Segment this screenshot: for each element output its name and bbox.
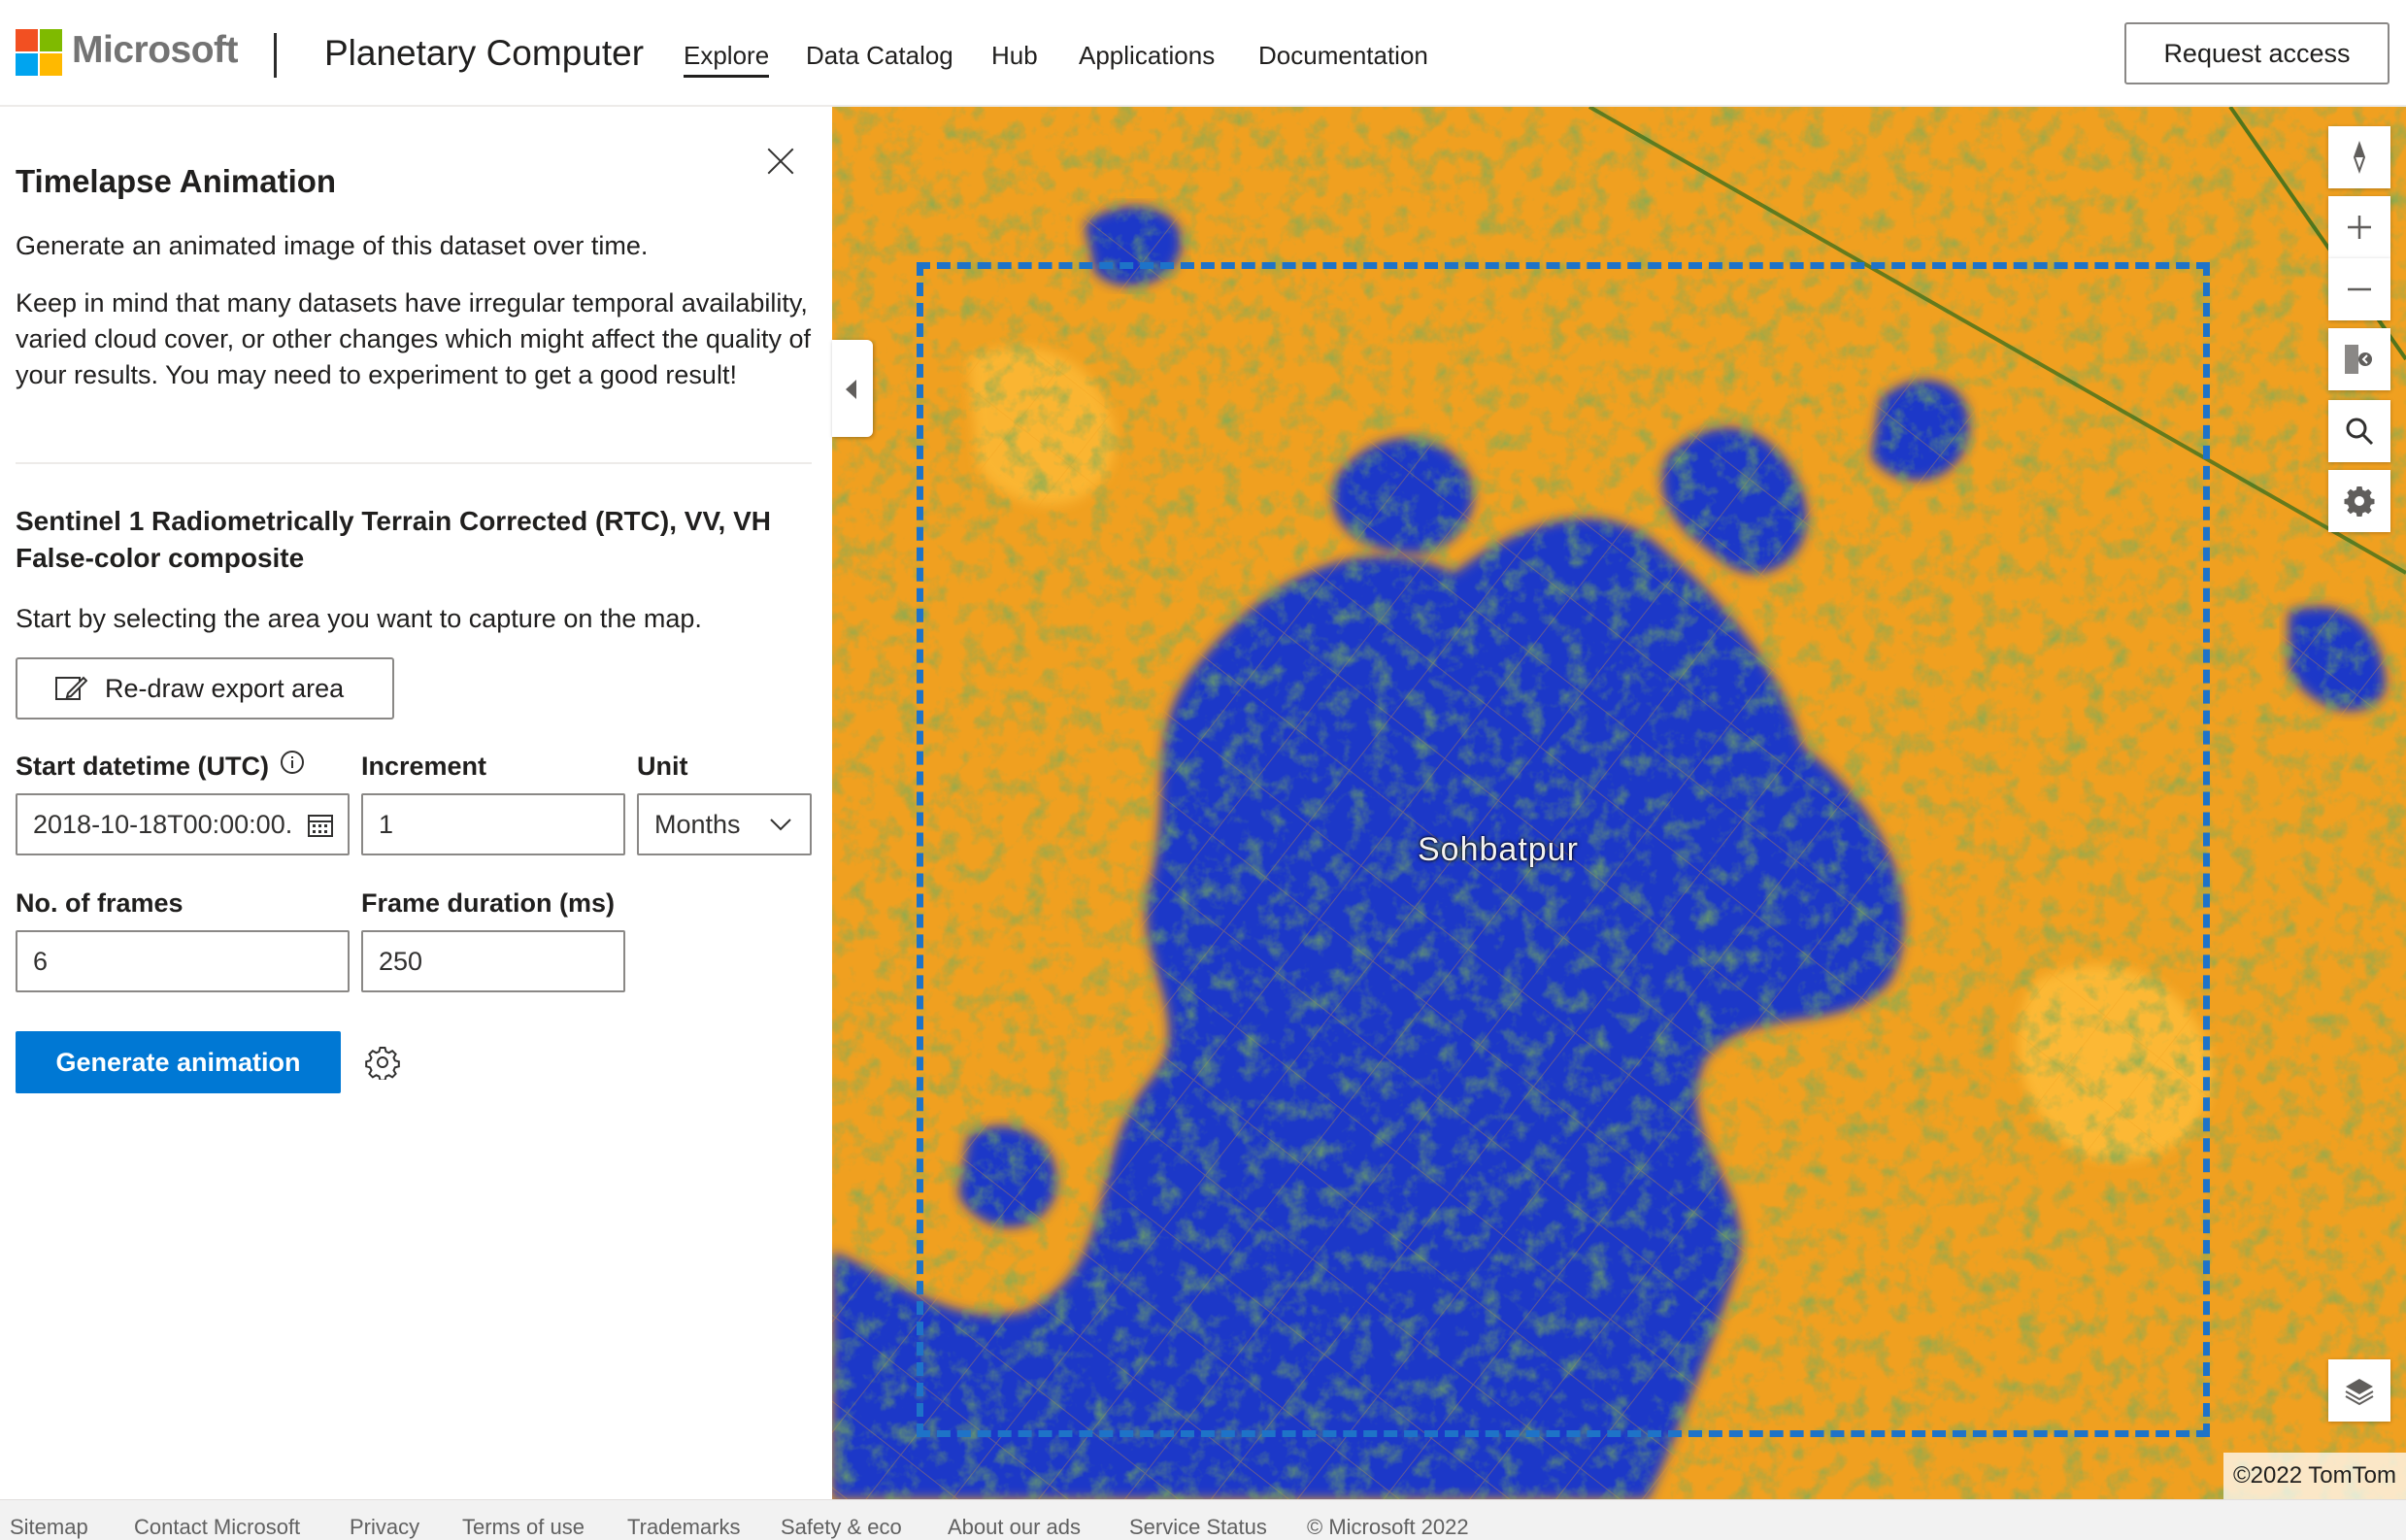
footer: Sitemap Contact Microsoft Privacy Terms … [0, 1499, 2406, 1540]
frames-label: No. of frames [16, 888, 184, 918]
panel-title: Timelapse Animation [16, 163, 337, 199]
footer-sitemap[interactable]: Sitemap [10, 1515, 88, 1540]
minus-icon [2348, 287, 2371, 291]
calendar-icon[interactable] [307, 813, 334, 838]
nav-hub[interactable]: Hub [991, 41, 1038, 71]
increment-label: Increment [361, 752, 487, 781]
footer-copyright: © Microsoft 2022 [1307, 1515, 1469, 1539]
frames-field[interactable]: 6 [16, 930, 350, 992]
pitch-button[interactable] [2328, 328, 2390, 390]
map-attribution[interactable]: ©2022 TomTom [2223, 1453, 2406, 1499]
unit-label: Unit [637, 752, 688, 781]
redraw-label: Re-draw export area [105, 673, 345, 703]
unit-value: Months [654, 809, 741, 839]
panel-divider [16, 462, 812, 464]
generate-animation-button[interactable]: Generate animation [16, 1031, 341, 1093]
nav-explore[interactable]: Explore [684, 41, 770, 78]
footer-trademarks[interactable]: Trademarks [627, 1515, 741, 1540]
nav-data-catalog[interactable]: Data Catalog [806, 41, 953, 71]
request-access-button[interactable]: Request access [2124, 22, 2389, 84]
unit-select[interactable]: Months [637, 793, 812, 855]
plus-icon [2348, 216, 2371, 239]
map-place-label: Sohbatpur [1418, 831, 1579, 868]
search-icon [2346, 418, 2374, 446]
nav-documentation[interactable]: Documentation [1258, 41, 1428, 71]
increment-field[interactable]: 1 [361, 793, 625, 855]
header-divider [274, 33, 277, 78]
increment-value: 1 [379, 809, 394, 839]
close-icon[interactable] [763, 144, 798, 179]
search-button[interactable] [2328, 400, 2390, 462]
frame-duration-value: 250 [379, 946, 423, 976]
microsoft-wordmark[interactable]: Microsoft [72, 29, 239, 72]
gear-icon [2344, 486, 2375, 517]
redraw-export-area-button[interactable]: Re-draw export area [16, 657, 394, 720]
start-datetime-field[interactable]: 2018-10-18T00:00:00. [16, 793, 350, 855]
footer-ads[interactable]: About our ads [948, 1515, 1081, 1540]
pitch-icon [2345, 345, 2372, 374]
footer-safety[interactable]: Safety & eco [781, 1515, 902, 1540]
footer-service-status[interactable]: Service Status [1129, 1515, 1267, 1540]
frame-duration-label: Frame duration (ms) [361, 888, 616, 918]
layers-button[interactable] [2328, 1359, 2390, 1422]
info-icon[interactable] [280, 750, 305, 775]
timelapse-panel: Timelapse Animation Generate an animated… [0, 109, 832, 1497]
compass-icon [2353, 141, 2366, 174]
zoom-out-button[interactable] [2328, 258, 2390, 320]
collapse-panel-button[interactable] [832, 340, 873, 437]
map-settings-button[interactable] [2328, 470, 2390, 532]
edit-icon [55, 676, 87, 700]
footer-privacy[interactable]: Privacy [350, 1515, 419, 1540]
zoom-in-button[interactable] [2328, 196, 2390, 258]
compass-button[interactable] [2328, 126, 2390, 188]
frames-value: 6 [33, 946, 49, 976]
start-prompt: Start by selecting the area you want to … [16, 604, 702, 633]
footer-contact[interactable]: Contact Microsoft [134, 1515, 300, 1540]
panel-intro: Generate an animated image of this datas… [16, 231, 649, 260]
app-title[interactable]: Planetary Computer [324, 33, 644, 74]
nav-applications[interactable]: Applications [1079, 41, 1215, 71]
start-datetime-label: Start datetime (UTC) [16, 752, 270, 781]
frame-duration-field[interactable]: 250 [361, 930, 625, 992]
dataset-title: Sentinel 1 Radiometrically Terrain Corre… [16, 506, 771, 573]
start-datetime-value: 2018-10-18T00:00:00. [33, 809, 293, 839]
footer-terms[interactable]: Terms of use [462, 1515, 585, 1540]
chevron-down-icon [770, 819, 791, 831]
top-header: Microsoft Planetary Computer Explore Dat… [0, 0, 2406, 107]
microsoft-logo-icon[interactable] [16, 29, 62, 76]
layers-icon [2345, 1379, 2374, 1406]
gear-icon[interactable] [365, 1045, 400, 1080]
panel-note: Keep in mind that many datasets have irr… [16, 288, 811, 389]
